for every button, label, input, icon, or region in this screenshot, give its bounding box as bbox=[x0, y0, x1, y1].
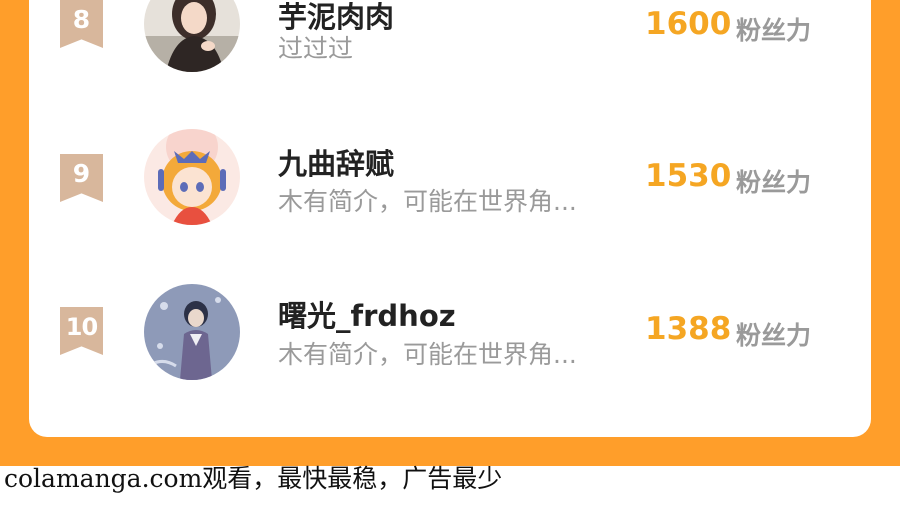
user-avatar[interactable] bbox=[144, 0, 240, 72]
fan-count: 1388 bbox=[645, 311, 732, 347]
fan-unit-label: 粉丝力 bbox=[736, 168, 812, 197]
user-avatar[interactable] bbox=[144, 129, 240, 225]
fan-unit-label: 粉丝力 bbox=[736, 16, 812, 45]
ranking-row[interactable]: 8 芋泥肉肉 过过过 1600 粉丝力 bbox=[29, 0, 871, 94]
rank-badge-icon: 8 bbox=[60, 0, 103, 48]
user-bio: 过过过 bbox=[278, 34, 354, 63]
rank-badge-icon: 9 bbox=[60, 154, 103, 202]
ranking-row[interactable]: 10 曙光_frdhoz 木有简介，可能在世界角... 1388 粉丝力 bbox=[29, 280, 871, 400]
user-bio: 木有简介，可能在世界角... bbox=[278, 340, 577, 369]
fan-unit-label: 粉丝力 bbox=[736, 321, 812, 350]
fan-count: 1600 bbox=[645, 6, 732, 42]
user-bio: 木有简介，可能在世界角... bbox=[278, 187, 577, 216]
avatar-image bbox=[144, 284, 240, 380]
fan-count: 1530 bbox=[645, 158, 732, 194]
site-watermark: colamanga.com观看，最快最稳，广告最少 bbox=[4, 464, 503, 493]
user-avatar[interactable] bbox=[144, 284, 240, 380]
user-name: 九曲辞赋 bbox=[278, 147, 395, 181]
avatar-image bbox=[144, 129, 240, 225]
ranking-card: 8 芋泥肉肉 过过过 1600 粉丝力 9 九曲辞赋 木有简介，可能在世界角..… bbox=[29, 0, 871, 437]
avatar-image bbox=[144, 0, 240, 72]
user-name: 曙光_frdhoz bbox=[278, 299, 456, 333]
rank-badge-icon: 10 bbox=[60, 307, 103, 355]
ranking-row[interactable]: 9 九曲辞赋 木有简介，可能在世界角... 1530 粉丝力 bbox=[29, 127, 871, 247]
